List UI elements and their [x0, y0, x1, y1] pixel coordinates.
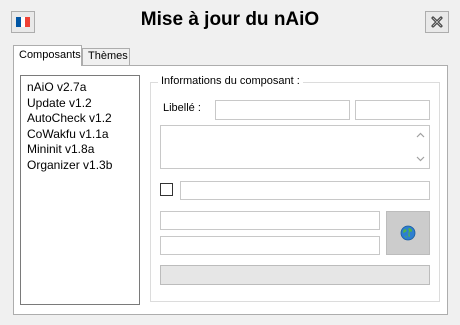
globe-icon [400, 225, 416, 241]
version-input[interactable] [355, 100, 430, 120]
path-input-2[interactable] [160, 236, 380, 255]
checkbox-text-input[interactable] [180, 181, 430, 200]
scroll-up-arrow-icon[interactable] [413, 128, 427, 142]
description-textarea[interactable] [160, 125, 430, 169]
scroll-down-arrow-icon[interactable] [413, 152, 427, 166]
option-checkbox[interactable] [160, 183, 173, 196]
list-item[interactable]: Mininit v1.8a [21, 142, 139, 158]
window-title: Mise à jour du nAiO [140, 9, 320, 30]
components-list[interactable]: nAiO v2.7a Update v1.2 AutoCheck v1.2 Co… [20, 75, 140, 305]
list-item[interactable]: nAiO v2.7a [21, 80, 139, 96]
libelle-label: Libellé : [163, 102, 201, 114]
tab-composants[interactable]: Composants [13, 45, 82, 66]
libelle-input[interactable] [215, 100, 350, 120]
list-item[interactable]: Organizer v1.3b [21, 158, 139, 174]
list-item[interactable]: AutoCheck v1.2 [21, 111, 139, 127]
list-item[interactable]: Update v1.2 [21, 96, 139, 112]
list-item[interactable]: CoWakfu v1.1a [21, 127, 139, 143]
download-progress-bar [160, 265, 430, 285]
tab-themes[interactable]: Thèmes [82, 48, 130, 65]
path-input-1[interactable] [160, 211, 380, 230]
close-button[interactable] [425, 11, 449, 33]
close-x-icon [431, 16, 443, 28]
component-info-group-label: Informations du composant : [158, 75, 303, 87]
globe-button[interactable] [386, 211, 430, 255]
update-window: Mise à jour du nAiO Composants Thèmes nA… [0, 0, 460, 325]
